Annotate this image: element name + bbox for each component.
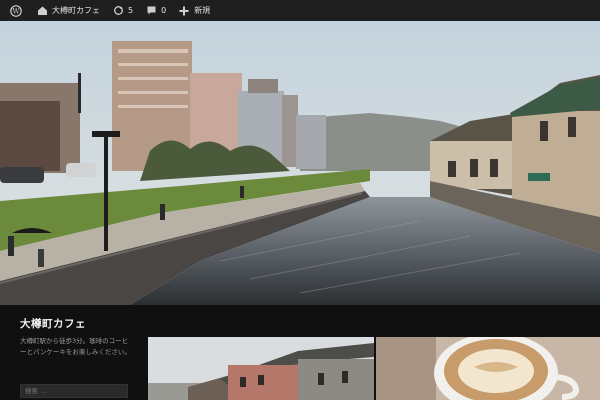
home-icon xyxy=(36,5,48,17)
new-content-button[interactable]: 新規 xyxy=(172,0,216,21)
post-thumbnail-canal[interactable] xyxy=(148,337,374,400)
comment-icon xyxy=(145,5,157,17)
post-thumbnail-latte[interactable] xyxy=(376,337,600,400)
svg-text:W: W xyxy=(12,7,20,15)
site-name-menu[interactable]: 大樽町カフェ xyxy=(30,0,106,21)
wordpress-icon: W xyxy=(10,4,22,17)
updates-count: 5 xyxy=(128,6,134,15)
site-description: 大樽町駅から徒歩3分。珈琲のコーヒーとパンケーキをお楽しみください。 xyxy=(20,337,131,356)
site-title[interactable]: 大樽町カフェ xyxy=(20,316,86,331)
comments-count: 0 xyxy=(161,6,167,15)
search-input[interactable] xyxy=(20,384,128,398)
plus-icon xyxy=(178,5,190,17)
admin-bar: W 大樽町カフェ 5 0 新規 xyxy=(0,0,600,21)
new-label: 新規 xyxy=(194,6,211,15)
comments-button[interactable]: 0 xyxy=(139,0,172,21)
wordpress-logo-button[interactable]: W xyxy=(4,0,30,21)
refresh-icon xyxy=(112,5,124,17)
updates-button[interactable]: 5 xyxy=(106,0,139,21)
admin-site-name: 大樽町カフェ xyxy=(52,6,100,15)
header-image xyxy=(0,21,600,305)
